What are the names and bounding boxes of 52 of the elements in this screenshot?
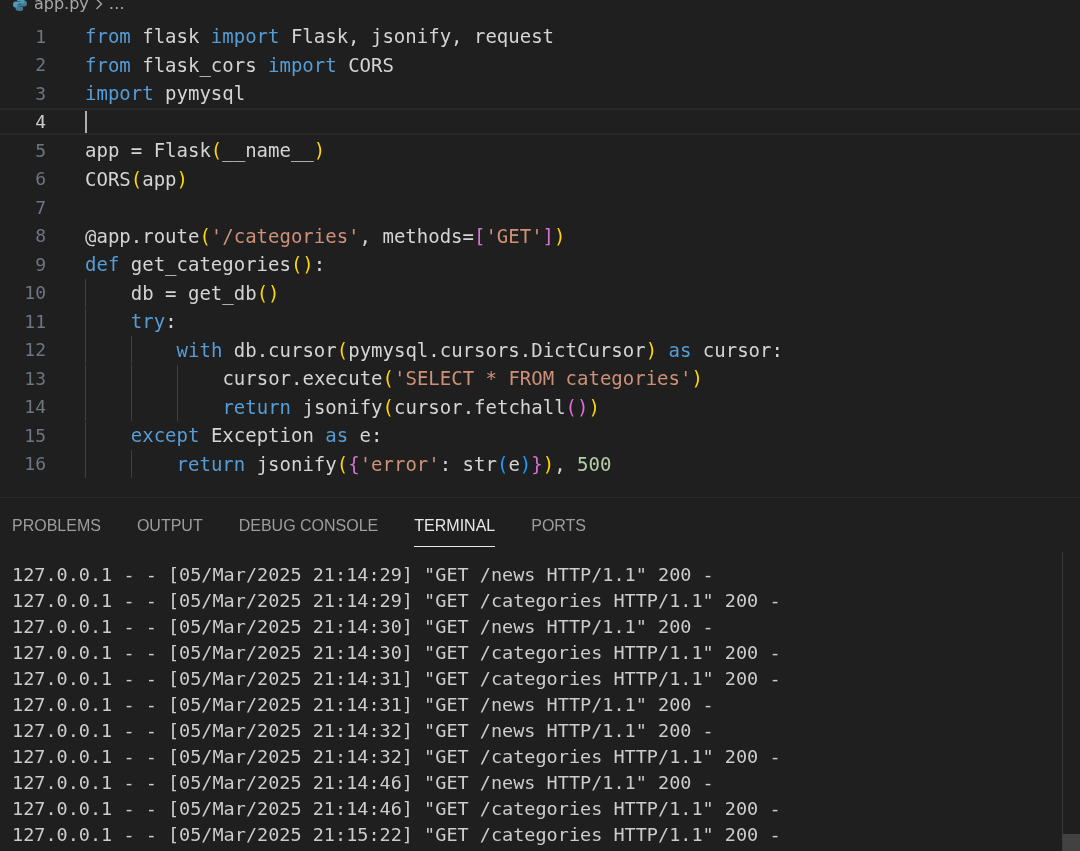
code-line: from flask_cors import CORS [85, 53, 394, 77]
line-number: 11 [23, 310, 46, 332]
line-number: 9 [34, 253, 46, 275]
code-line: try: [85, 309, 177, 333]
code-line: import pymysql [85, 81, 246, 105]
code-line: with db.cursor(pymysql.cursors.DictCursor) as cursor: [85, 338, 783, 361]
file-name[interactable]: app.py [34, 0, 89, 12]
terminal-line: 127.0.0.1 - - [05/Mar/2025 21:14:31] "GET /categories HTTP/1.1" 200 - [12, 667, 782, 691]
line-number: 13 [23, 367, 46, 389]
line-number: 14 [23, 396, 46, 418]
text-cursor [85, 110, 87, 133]
code-line: @app.route('/categories', methods=['GET']) [85, 224, 566, 248]
chevron-right-icon [94, 0, 103, 10]
terminal-line: 127.0.0.1 - - [05/Mar/2025 21:14:46] "GET /categories HTTP/1.1" 200 - [12, 797, 782, 821]
line-number: 5 [34, 139, 46, 161]
panel-tab[interactable]: PORTS [531, 515, 587, 547]
terminal-line: 127.0.0.1 - - [05/Mar/2025 21:14:46] "GET /news HTTP/1.1" 200 - [12, 771, 715, 795]
code-line: db = get_db() [85, 281, 280, 305]
panel-tab[interactable]: PROBLEMS [12, 515, 101, 547]
code-line: def get_categories(): [85, 252, 326, 276]
code-line: return jsonify({'error': str(e)}), 500 [85, 452, 612, 475]
terminal-line: 127.0.0.1 - - [05/Mar/2025 21:14:30] "GET /categories HTTP/1.1" 200 - [12, 641, 782, 665]
scrollbar[interactable] [1062, 552, 1080, 851]
line-number: 7 [34, 196, 46, 218]
line-number: 2 [34, 54, 46, 76]
terminal-line: 127.0.0.1 - - [05/Mar/2025 21:14:30] "GET /news HTTP/1.1" 200 - [12, 615, 715, 639]
line-number: 1 [34, 25, 46, 47]
terminal-line: 127.0.0.1 - - [05/Mar/2025 21:14:29] "GET /news HTTP/1.1" 200 - [12, 563, 715, 587]
code-line: CORS(app) [85, 167, 188, 191]
breadcrumb-more[interactable]: … [108, 0, 125, 12]
line-number: 10 [23, 282, 46, 304]
code-line: app = Flask(__name__) [85, 138, 326, 162]
terminal-line: 127.0.0.1 - - [05/Mar/2025 21:14:32] "GET /news HTTP/1.1" 200 - [12, 719, 715, 743]
terminal-line: 127.0.0.1 - - [05/Mar/2025 21:14:29] "GET /categories HTTP/1.1" 200 - [12, 589, 782, 613]
code-line: except Exception as e: [85, 423, 383, 447]
line-number: 8 [34, 225, 46, 247]
line-number: 12 [23, 339, 46, 361]
code-line: return jsonify(cursor.fetchall()) [85, 395, 600, 418]
terminal-line: 127.0.0.1 - - [05/Mar/2025 21:14:31] "GET /news HTTP/1.1" 200 - [12, 693, 715, 717]
line-number: 16 [23, 453, 46, 475]
panel-tab[interactable]: TERMINAL [414, 515, 496, 547]
line-number: 4 [34, 111, 46, 133]
terminal-line: 127.0.0.1 - - [05/Mar/2025 21:15:22] "GET /categories HTTP/1.1" 200 - [12, 823, 782, 847]
line-number: 6 [34, 168, 46, 190]
panel-tab[interactable]: DEBUG CONSOLE [238, 515, 379, 547]
line-number: 15 [23, 424, 46, 446]
python-icon [12, 0, 28, 12]
terminal-line: 127.0.0.1 - - [05/Mar/2025 21:14:32] "GET /categories HTTP/1.1" 200 - [12, 745, 782, 769]
code-line: from flask import Flask, jsonify, request [85, 25, 555, 48]
code-line: cursor.execute('SELECT * FROM categories') [85, 366, 703, 390]
panel-tab[interactable]: OUTPUT [136, 515, 203, 547]
line-number: 3 [34, 82, 46, 104]
